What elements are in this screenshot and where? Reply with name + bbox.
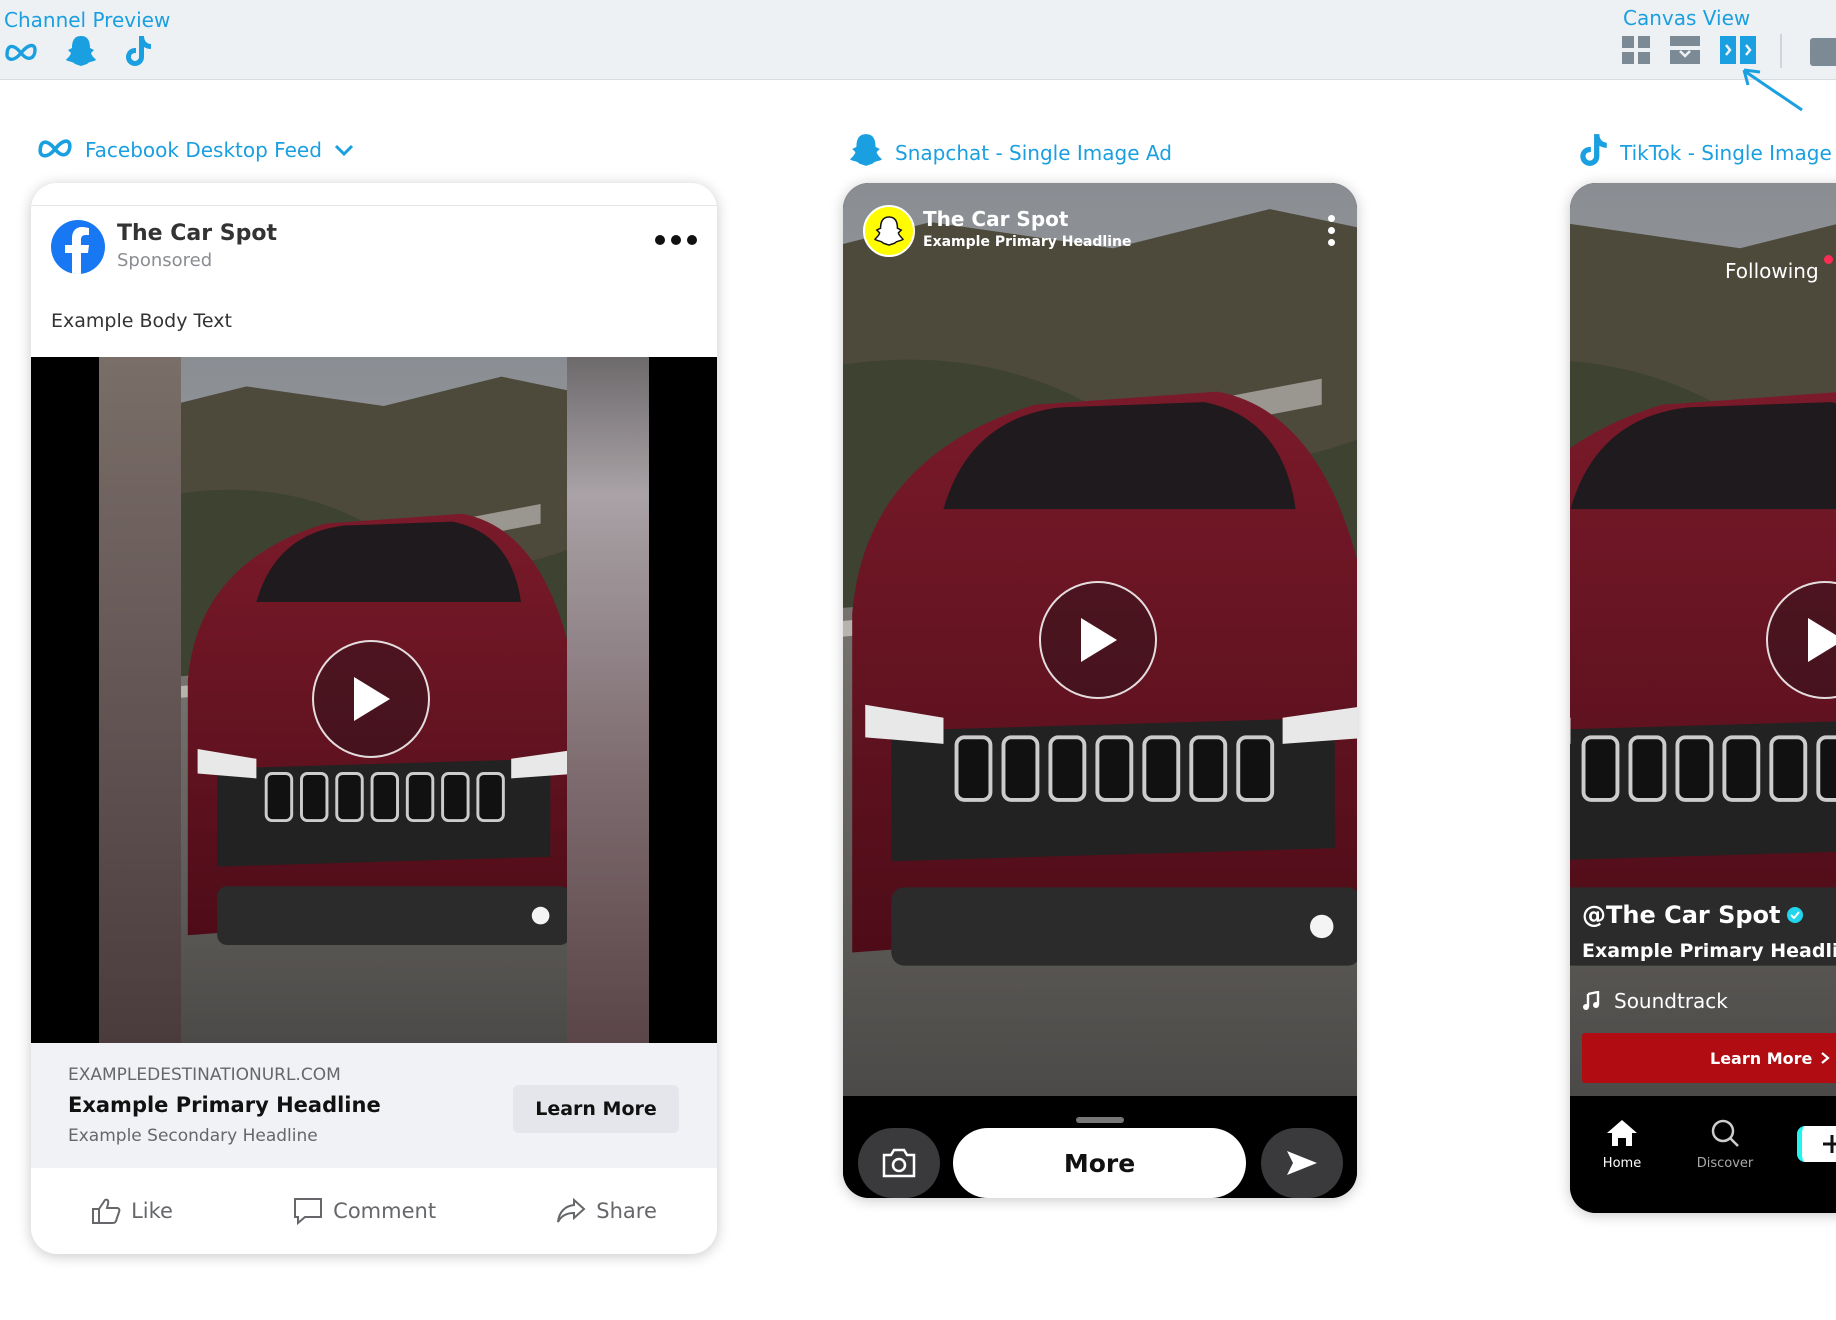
tiktok-channel-heading: TikTok - Single Image Ac xyxy=(1578,132,1836,173)
home-icon xyxy=(1607,1120,1637,1146)
pointer-arrow-icon xyxy=(1742,68,1803,112)
facebook-logo-icon xyxy=(51,220,105,274)
snapchat-headline: Example Primary Headline xyxy=(923,234,1132,250)
chevron-down-icon xyxy=(334,138,354,162)
meta-icon xyxy=(37,136,73,163)
facebook-channel-selector[interactable]: Facebook Desktop Feed xyxy=(37,136,354,163)
like-button[interactable]: Like xyxy=(91,1197,173,1225)
create-button[interactable] xyxy=(1797,1126,1836,1162)
ad-footer: EXAMPLEDESTINATIONURL.COM Example Primar… xyxy=(31,1043,717,1168)
share-label: Share xyxy=(596,1199,657,1223)
nav-home-label: Home xyxy=(1602,1156,1642,1171)
stack-view-icon[interactable] xyxy=(1669,35,1701,69)
tiktok-bottom-nav: Home Discover xyxy=(1570,1096,1836,1213)
notification-dot xyxy=(1824,255,1833,264)
snapchat-icon[interactable] xyxy=(65,34,97,72)
grid-view-icon[interactable] xyxy=(1621,35,1651,69)
search-icon xyxy=(1711,1119,1739,1147)
plus-icon xyxy=(1823,1135,1836,1153)
ad-video[interactable] xyxy=(31,357,717,1043)
send-arrow-icon xyxy=(1287,1151,1317,1175)
ad-video[interactable] xyxy=(843,183,1357,1096)
share-button[interactable]: Share xyxy=(556,1197,657,1225)
channel-preview-label: Channel Preview xyxy=(4,8,171,32)
avatar[interactable] xyxy=(863,205,915,257)
tiktok-headline: Example Primary Headline xyxy=(1582,940,1836,962)
tiktok-channel-label: TikTok - Single Image Ac xyxy=(1620,140,1836,165)
divider xyxy=(31,205,717,206)
thumbs-up-icon xyxy=(92,1198,121,1224)
verified-icon xyxy=(1786,907,1803,923)
secondary-headline: Example Secondary Headline xyxy=(68,1126,318,1146)
primary-headline: Example Primary Headline xyxy=(68,1093,381,1117)
following-tab[interactable]: Following xyxy=(1725,259,1819,283)
snapchat-bottom-bar: More xyxy=(843,1096,1357,1198)
play-button[interactable] xyxy=(1039,581,1157,699)
play-button[interactable] xyxy=(312,640,430,758)
sponsored-label: Sponsored xyxy=(117,250,213,271)
like-label: Like xyxy=(131,1199,173,1223)
toolbar-divider xyxy=(1780,34,1782,68)
camera-button[interactable] xyxy=(858,1128,940,1198)
snapchat-ghost-icon xyxy=(874,216,904,246)
tiktok-icon xyxy=(1578,132,1608,173)
video-blur-right xyxy=(567,357,649,1043)
soundtrack[interactable]: Soundtrack xyxy=(1582,989,1728,1013)
snapchat-channel-label: Snapchat - Single Image Ad xyxy=(895,140,1172,165)
facebook-ad-preview: The Car Spot Sponsored Example Body Text… xyxy=(31,183,717,1254)
destination-url[interactable]: EXAMPLEDESTINATIONURL.COM xyxy=(68,1065,341,1085)
camera-icon xyxy=(882,1148,916,1178)
snapchat-channel-heading: Snapchat - Single Image Ad xyxy=(849,132,1172,173)
nav-home[interactable]: Home xyxy=(1582,1118,1662,1171)
canvas-view-label: Canvas View xyxy=(1623,6,1751,30)
channel-icons xyxy=(4,34,152,72)
learn-more-label: Learn More xyxy=(1710,1048,1813,1068)
canvas-view-icons xyxy=(1621,35,1757,69)
comment-label: Comment xyxy=(333,1199,437,1223)
page-name[interactable]: The Car Spot xyxy=(117,221,277,246)
top-toolbar: Channel Preview Canvas View xyxy=(0,0,1836,80)
drag-handle[interactable] xyxy=(1076,1117,1124,1123)
learn-more-button[interactable]: Learn More xyxy=(513,1085,679,1133)
send-button[interactable] xyxy=(1261,1128,1343,1198)
soundtrack-label: Soundtrack xyxy=(1614,989,1728,1013)
snapchat-ad-preview: The Car Spot Example Primary Headline Mo… xyxy=(843,183,1357,1198)
video-blur-left xyxy=(99,357,181,1043)
reaction-bar: Like Comment Share xyxy=(31,1168,717,1254)
music-note-icon xyxy=(1583,991,1600,1010)
share-icon xyxy=(557,1197,586,1223)
chevron-right-icon xyxy=(1821,1052,1831,1064)
body-text: Example Body Text xyxy=(51,310,232,332)
handle-text: @The Car Spot xyxy=(1582,901,1781,929)
more-options-icon[interactable] xyxy=(1328,215,1335,246)
side-by-side-view-icon[interactable] xyxy=(1719,35,1757,69)
meta-icon[interactable] xyxy=(4,41,38,65)
learn-more-button[interactable]: Learn More xyxy=(1582,1033,1836,1083)
comment-icon xyxy=(294,1198,323,1225)
nav-discover[interactable]: Discover xyxy=(1685,1118,1765,1171)
more-button[interactable]: More xyxy=(953,1128,1246,1198)
more-options-icon[interactable] xyxy=(655,235,697,245)
snapchat-icon xyxy=(849,132,883,173)
nav-discover-label: Discover xyxy=(1696,1156,1754,1171)
snapchat-name: The Car Spot xyxy=(923,207,1069,231)
tiktok-icon[interactable] xyxy=(124,34,152,72)
tiktok-handle[interactable]: @The Car Spot xyxy=(1582,901,1803,929)
collapse-icon[interactable] xyxy=(1810,38,1836,66)
facebook-channel-label: Facebook Desktop Feed xyxy=(85,137,322,162)
tiktok-ad-preview: Following @The Car Spot Example Primary … xyxy=(1570,183,1836,1213)
comment-button[interactable]: Comment xyxy=(293,1197,436,1225)
